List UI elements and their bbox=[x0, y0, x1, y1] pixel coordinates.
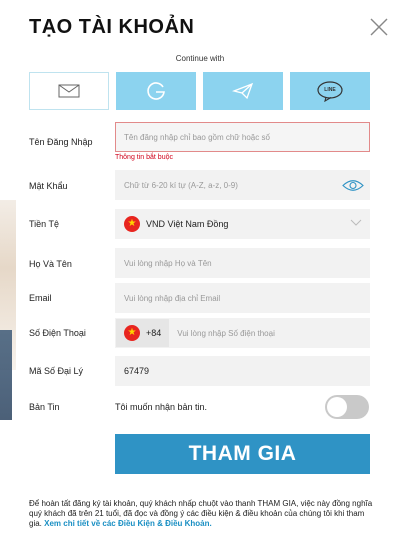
google-signup-button[interactable] bbox=[116, 72, 196, 110]
vietnam-flag-icon: ★ bbox=[124, 216, 140, 232]
eye-icon bbox=[342, 180, 364, 191]
username-error: Thông tin bắt buộc bbox=[115, 154, 173, 161]
username-input[interactable]: Tên đăng nhập chỉ bao gồm chữ hoặc số bbox=[115, 122, 370, 152]
email-icon bbox=[58, 84, 80, 98]
show-password-toggle[interactable] bbox=[342, 179, 364, 194]
phone-country-code: +84 bbox=[146, 328, 162, 338]
username-placeholder: Tên đăng nhập chỉ bao gồm chữ hoặc số bbox=[124, 132, 270, 142]
line-icon-text: LINE bbox=[324, 87, 336, 93]
agent-code-label: Mã Số Đại Lý bbox=[29, 366, 84, 376]
password-placeholder: Chữ từ 6-20 kí tự (A-Z, a-z, 0-9) bbox=[124, 180, 238, 190]
phone-input[interactable]: Vui lòng nhập Số điện thoại bbox=[177, 329, 275, 338]
password-input[interactable]: Chữ từ 6-20 kí tự (A-Z, a-z, 0-9) bbox=[115, 170, 370, 200]
line-signup-button[interactable]: LINE bbox=[290, 72, 370, 110]
password-label: Mật Khẩu bbox=[29, 181, 68, 191]
agent-code-input[interactable]: 67479 bbox=[115, 356, 370, 386]
fullname-label: Họ Và Tên bbox=[29, 259, 72, 269]
toggle-knob bbox=[327, 397, 347, 417]
submit-button[interactable]: THAM GIA bbox=[115, 434, 370, 474]
google-icon bbox=[147, 82, 165, 100]
email-placeholder: Vui lòng nhập địa chỉ Email bbox=[124, 293, 221, 303]
currency-value: VND Việt Nam Đồng bbox=[146, 219, 229, 229]
fullname-placeholder: Vui lòng nhập Họ và Tên bbox=[124, 258, 212, 268]
chevron-down-icon bbox=[350, 219, 362, 229]
newsletter-toggle[interactable] bbox=[325, 395, 369, 419]
fullname-input[interactable]: Vui lòng nhập Họ và Tên bbox=[115, 248, 370, 278]
vietnam-flag-icon: ★ bbox=[124, 325, 140, 341]
telegram-signup-button[interactable] bbox=[203, 72, 283, 110]
newsletter-text: Tôi muốn nhận bản tin. bbox=[115, 402, 208, 412]
page-title: TẠO TÀI KHOẢN bbox=[29, 16, 195, 38]
continue-with-text: Continue with bbox=[175, 54, 225, 63]
currency-label: Tiền Tệ bbox=[29, 219, 60, 229]
agent-code-value: 67479 bbox=[124, 366, 150, 376]
phone-field: ★ +84 Vui lòng nhập Số điện thoại bbox=[115, 318, 370, 348]
telegram-icon bbox=[232, 82, 254, 100]
email-input[interactable]: Vui lòng nhập địa chỉ Email bbox=[115, 283, 370, 313]
newsletter-label: Bản Tin bbox=[29, 402, 60, 412]
phone-placeholder: Vui lòng nhập Số điện thoại bbox=[177, 328, 275, 338]
currency-select[interactable]: ★ VND Việt Nam Đồng bbox=[115, 209, 370, 239]
phone-label: Số Điện Thoại bbox=[29, 328, 86, 338]
email-label: Email bbox=[29, 293, 52, 303]
close-icon bbox=[370, 18, 388, 36]
username-label: Tên Đăng Nhập bbox=[29, 137, 93, 147]
phone-country-code-select[interactable]: ★ +84 bbox=[116, 319, 170, 347]
terms-paragraph: Để hoàn tất đăng ký tài khoản, quý khách… bbox=[29, 499, 374, 529]
background-photo-edge-lower bbox=[0, 330, 12, 420]
close-button[interactable] bbox=[366, 14, 392, 40]
terms-link[interactable]: Xem chi tiết về các Điều Kiện & Điều Kho… bbox=[44, 519, 212, 528]
email-signup-button[interactable] bbox=[29, 72, 109, 110]
